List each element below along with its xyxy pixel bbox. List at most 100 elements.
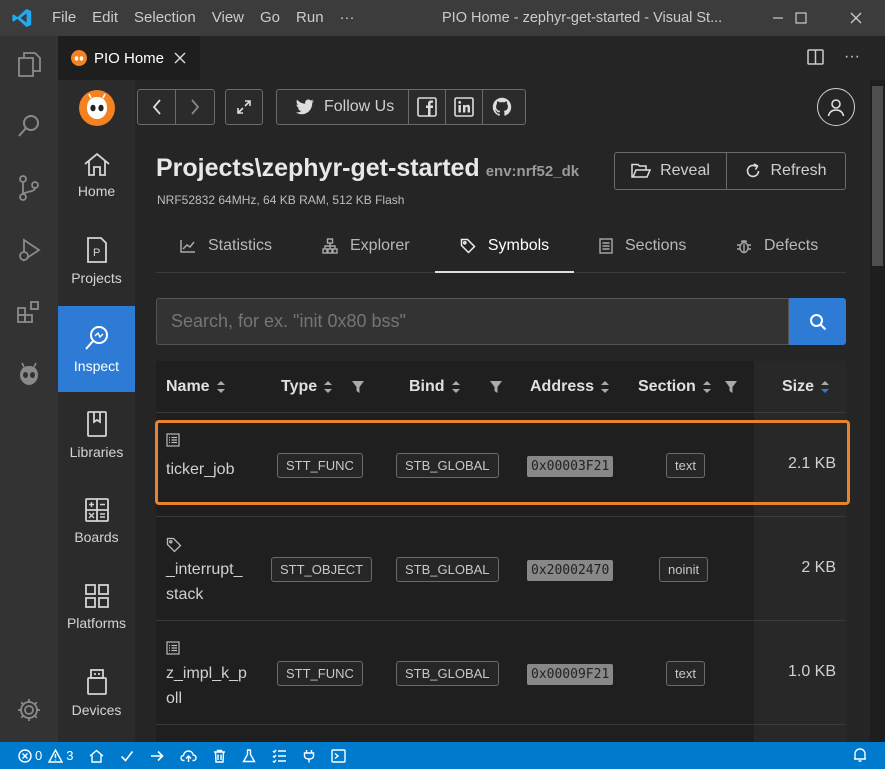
maximize-button[interactable] [778, 0, 824, 36]
platformio-alien-icon[interactable] [0, 346, 58, 402]
table-row[interactable]: _interrupt_ stack STT_OBJECT STB_GLOBAL … [156, 517, 846, 621]
pio-nav-libraries[interactable]: Libraries [58, 392, 135, 478]
column-size[interactable]: Size [782, 361, 830, 413]
pio-test-button[interactable] [234, 748, 264, 763]
checklist-icon [272, 749, 287, 763]
forward-button[interactable] [176, 90, 214, 124]
title-bar: File Edit Selection View Go Run ··· PIO … [0, 0, 885, 36]
github-button[interactable] [483, 90, 520, 124]
sitemap-icon [322, 238, 338, 254]
main-scrollbar[interactable] [870, 80, 885, 742]
column-label: Address [530, 378, 595, 395]
symbol-name-line: _interrupt_ [166, 561, 243, 578]
fullscreen-button[interactable] [225, 89, 263, 125]
pio-nav-home[interactable]: Home [58, 132, 135, 218]
pio-nav-inspect[interactable]: Inspect [58, 306, 135, 392]
search-button[interactable] [789, 298, 846, 345]
search-icon[interactable] [0, 98, 58, 154]
linkedin-icon [454, 97, 475, 117]
menu-view[interactable]: View [204, 0, 252, 36]
split-editor-icon[interactable] [806, 48, 826, 66]
platformio-tab-icon [70, 49, 88, 67]
follow-us-button[interactable]: Follow Us [277, 90, 410, 124]
warning-count: 3 [66, 748, 74, 763]
run-debug-icon[interactable] [0, 222, 58, 278]
follow-us-label: Follow Us [324, 98, 395, 115]
settings-gear-icon[interactable] [0, 682, 58, 738]
tab-pio-home[interactable]: PIO Home [58, 36, 200, 80]
expand-icon [236, 99, 252, 115]
menu-file[interactable]: File [44, 0, 84, 36]
facebook-button[interactable] [409, 90, 447, 124]
symbols-table: Name Type Bind Address Section Size tick… [155, 361, 850, 742]
scrollbar-thumb[interactable] [872, 86, 883, 266]
activity-bar [0, 36, 58, 742]
pio-build-button[interactable] [112, 749, 142, 763]
table-row[interactable]: z_impl_k_p oll STT_FUNC STB_GLOBAL 0x000… [156, 621, 846, 725]
linkedin-button[interactable] [446, 90, 484, 124]
tab-label: Statistics [208, 237, 273, 254]
pio-remote-upload-button[interactable] [172, 749, 205, 763]
account-avatar-button[interactable] [817, 88, 855, 126]
filter-icon[interactable] [351, 380, 365, 394]
problems-indicator[interactable]: 0 3 [0, 748, 81, 763]
extensions-icon[interactable] [0, 284, 58, 340]
column-type[interactable]: Type [281, 361, 365, 413]
column-name[interactable]: Name [166, 361, 226, 413]
terminal-icon [331, 748, 347, 763]
column-bind[interactable]: Bind [409, 361, 503, 413]
tab-defects[interactable]: Defects [736, 220, 818, 272]
pio-nav-platforms[interactable]: Platforms [58, 564, 135, 650]
filter-icon[interactable] [724, 380, 738, 394]
column-section[interactable]: Section [638, 361, 738, 413]
tag-icon [460, 238, 476, 254]
column-address[interactable]: Address [530, 361, 610, 413]
filter-icon[interactable] [489, 380, 503, 394]
tab-explorer[interactable]: Explorer [322, 220, 410, 272]
menu-edit[interactable]: Edit [84, 0, 126, 36]
tab-sections[interactable]: Sections [599, 220, 686, 272]
pio-tasks-button[interactable] [264, 749, 295, 763]
tab-label: Sections [625, 237, 687, 254]
tab-close-icon[interactable] [174, 52, 186, 64]
sort-icon [451, 380, 461, 394]
symbol-name: _interrupt_ stack [166, 557, 243, 607]
inspect-tabs: Statistics Explorer Symbols Sections Def… [156, 220, 846, 273]
inspect-main-panel: Follow Us Projects\zephyr-get-started en… [135, 80, 870, 742]
tab-symbols[interactable]: Symbols [435, 220, 574, 273]
pio-terminal-button[interactable] [323, 748, 354, 763]
search-icon [809, 313, 827, 331]
reveal-button[interactable]: Reveal [615, 153, 727, 189]
back-button[interactable] [138, 90, 176, 124]
menu-more[interactable]: ··· [332, 0, 363, 36]
symbol-name: z_impl_k_p oll [166, 661, 247, 711]
menu-go[interactable]: Go [252, 0, 288, 36]
source-control-icon[interactable] [0, 160, 58, 216]
more-actions-icon[interactable]: ··· [844, 48, 860, 66]
sort-icon [600, 380, 610, 394]
close-window-button[interactable] [833, 0, 879, 36]
menu-selection[interactable]: Selection [126, 0, 204, 36]
platformio-logo-icon[interactable] [77, 88, 117, 128]
symbol-name-line: stack [166, 586, 204, 603]
pio-clean-button[interactable] [205, 749, 234, 763]
pio-nav-projects[interactable]: P Projects [58, 218, 135, 304]
pio-nav-devices[interactable]: Devices [58, 650, 135, 736]
project-header: Projects\zephyr-get-started env:nrf52_dk [156, 154, 579, 183]
arrow-right-icon [150, 749, 165, 763]
menu-run[interactable]: Run [288, 0, 332, 36]
notifications-button[interactable] [845, 747, 875, 763]
folder-open-icon [631, 163, 652, 179]
pio-home-button[interactable] [81, 749, 112, 763]
pio-upload-button[interactable] [142, 749, 172, 763]
refresh-button[interactable]: Refresh [727, 153, 845, 189]
project-title: Projects\zephyr-get-started [156, 154, 480, 182]
explorer-icon[interactable] [0, 36, 58, 92]
pio-sidebar: Home P Projects Inspect Libraries Boards… [58, 80, 135, 742]
pio-serial-monitor-button[interactable] [295, 749, 323, 763]
symbol-search-input[interactable] [156, 298, 789, 345]
pio-nav-label: Projects [71, 270, 122, 286]
tab-statistics[interactable]: Statistics [180, 220, 272, 272]
pio-nav-boards[interactable]: Boards [58, 478, 135, 564]
libraries-icon [85, 410, 109, 438]
